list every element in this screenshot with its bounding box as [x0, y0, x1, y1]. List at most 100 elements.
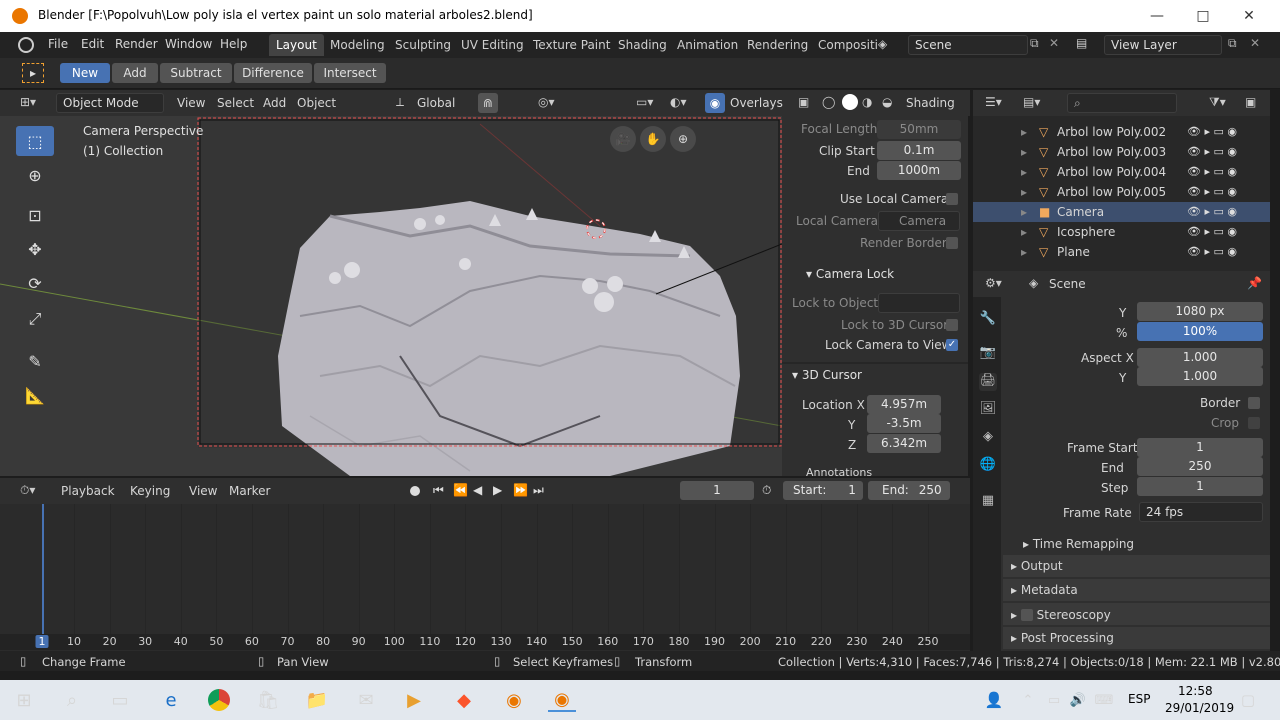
volume-icon[interactable]: 🔊 — [1064, 688, 1092, 712]
outliner-search-input[interactable]: ⌕ — [1067, 93, 1177, 113]
view-layer-tab-icon[interactable]: 🖼 — [979, 401, 997, 419]
render-border-checkbox[interactable] — [946, 237, 958, 249]
tab-layout[interactable]: Layout — [269, 34, 324, 56]
rotate-tool-icon[interactable]: ⟳ — [16, 268, 54, 298]
clock-time[interactable]: 12:58 — [1178, 684, 1213, 698]
visibility-icon[interactable]: ▭▾ — [636, 95, 653, 109]
jump-key-forward-icon[interactable]: ⏩ — [513, 483, 528, 497]
tab-rendering[interactable]: Rendering — [740, 34, 815, 56]
location-z-field[interactable]: 6.342m — [867, 434, 941, 453]
step-field[interactable]: 1 — [1137, 477, 1263, 496]
menu-edit[interactable]: Edit — [81, 37, 104, 51]
location-x-field[interactable]: 4.957m — [867, 395, 941, 414]
chrome-icon[interactable] — [205, 688, 233, 712]
lock-to-object-field[interactable] — [878, 293, 960, 313]
blender-menu-icon[interactable] — [18, 37, 34, 53]
res-y-field[interactable]: 1080 px — [1137, 302, 1263, 321]
new-collection-icon[interactable]: ▣ — [1245, 95, 1256, 109]
pan-hand-icon[interactable]: ✋ — [640, 126, 666, 152]
start-windows-icon[interactable]: ⊞ — [10, 688, 38, 712]
brave-browser-icon[interactable]: ◆ — [450, 688, 478, 712]
start-frame-field[interactable]: Start: 1 — [783, 481, 863, 500]
timeline-playhead[interactable] — [42, 504, 44, 639]
tool-tab-icon[interactable]: 🔧 — [979, 311, 997, 329]
timeline-area[interactable] — [10, 504, 936, 634]
scene-selector[interactable]: Scene — [908, 35, 1028, 55]
tab-texture-paint[interactable]: Texture Paint — [526, 34, 617, 56]
search-icon[interactable]: ⌕ — [58, 688, 86, 712]
time-remapping-header[interactable]: ▸ Time Remapping — [1023, 537, 1134, 551]
timeline-menu-keying[interactable]: Keying — [130, 484, 170, 498]
tab-shading[interactable]: Shading — [611, 34, 674, 56]
display-mode-icon[interactable]: ▤▾ — [1023, 95, 1040, 109]
render-tab-icon[interactable]: 📷 — [979, 345, 997, 363]
keyboard-icon[interactable]: ⌨ — [1090, 688, 1118, 712]
view-layer-icon[interactable]: ▤ — [1076, 36, 1087, 50]
timeline-menu-marker[interactable]: Marker — [229, 484, 270, 498]
world-tab-icon[interactable]: 🌐 — [979, 457, 997, 475]
maximize-button[interactable]: □ — [1180, 0, 1226, 32]
frame-rate-dropdown[interactable]: 24 fps — [1139, 502, 1263, 522]
tab-compositing[interactable]: Compositi — [811, 34, 885, 56]
viewport-menu-object[interactable]: Object — [297, 96, 336, 110]
wireframe-shading-icon[interactable]: ◯ — [822, 95, 835, 109]
blender-taskbar-icon[interactable]: ◉ — [500, 688, 528, 712]
shading-dropdown[interactable]: Shading — [906, 96, 955, 110]
tab-uv-editing[interactable]: UV Editing — [454, 34, 531, 56]
select-box-icon[interactable]: ⬚ — [16, 126, 54, 156]
scene-icon[interactable]: ◈ — [878, 37, 887, 51]
clock-date[interactable]: 29/01/2019 — [1165, 701, 1234, 715]
view-layer-selector[interactable]: View Layer — [1104, 35, 1222, 55]
move-tool-icon[interactable]: ⊡ — [16, 200, 54, 230]
frame-end-field[interactable]: 250 — [1137, 457, 1263, 476]
aspect-y-field[interactable]: 1.000 — [1137, 367, 1263, 386]
mode-difference-button[interactable]: Difference — [234, 63, 312, 83]
resolution-percent-field[interactable]: 100% — [1137, 322, 1263, 341]
material-shading-icon[interactable]: ◑ — [862, 95, 872, 109]
properties-editor-icon[interactable]: ⚙▾ — [985, 276, 1002, 290]
lock-to-3d-cursor-checkbox[interactable] — [946, 319, 958, 331]
select-box-tool-icon[interactable]: ▸ — [22, 63, 44, 83]
mode-intersect-button[interactable]: Intersect — [314, 63, 386, 83]
camera-lock-header[interactable]: ▾ Camera Lock — [806, 267, 894, 281]
mode-add-button[interactable]: Add — [112, 63, 158, 83]
focal-length-field[interactable]: 50mm — [877, 120, 961, 139]
3d-cursor-header[interactable]: ▾ 3D Cursor — [792, 368, 862, 382]
location-y-field[interactable]: -3.5m — [867, 414, 941, 433]
jump-start-icon[interactable]: ⏮ — [433, 483, 444, 498]
post-processing-panel-header[interactable]: ▸ Post Processing — [1003, 627, 1270, 649]
file-explorer-icon[interactable]: 📁 — [303, 688, 331, 712]
viewport-menu-add[interactable]: Add — [263, 96, 286, 110]
tray-chevron-icon[interactable]: ⌃ — [1014, 688, 1042, 712]
translate-tool-icon[interactable]: ✥ — [16, 234, 54, 264]
object-mode-dropdown[interactable]: Object Mode — [56, 93, 164, 113]
mode-subtract-button[interactable]: Subtract — [160, 63, 232, 83]
solid-shading-icon[interactable] — [842, 94, 858, 110]
preview-range-icon[interactable]: ⏱ — [762, 483, 771, 498]
timeline-editor-icon[interactable]: ⏱▾ — [20, 483, 35, 498]
tab-animation[interactable]: Animation — [670, 34, 745, 56]
proportional-edit-icon[interactable]: ◎▾ — [538, 95, 555, 109]
edge-browser-icon[interactable]: e — [157, 688, 185, 712]
view-layer-remove-icon[interactable]: ✕ — [1250, 36, 1260, 50]
people-icon[interactable]: 👤 — [980, 688, 1008, 712]
pin-icon[interactable]: 📌 — [1247, 276, 1262, 290]
editor-type-icon[interactable]: ⊞▾ — [20, 95, 36, 109]
xray-icon[interactable]: ▣ — [798, 95, 809, 109]
timeline-menu-view[interactable]: View — [189, 484, 217, 498]
language-indicator[interactable]: ESP — [1128, 692, 1150, 706]
border-checkbox[interactable] — [1248, 397, 1260, 409]
store-icon[interactable]: 🛍 — [254, 688, 282, 712]
record-icon[interactable] — [410, 486, 420, 496]
menu-window[interactable]: Window — [165, 37, 212, 51]
clip-start-field[interactable]: 0.1m — [877, 141, 961, 160]
local-camera-field[interactable]: Camera — [878, 211, 960, 231]
stereoscopy-panel-header[interactable]: ▸ Stereoscopy — [1003, 603, 1270, 625]
gizmo-icon[interactable]: ◐▾ — [670, 95, 687, 109]
metadata-panel-header[interactable]: ▸ Metadata — [1003, 579, 1270, 601]
output-panel-header[interactable]: ▸ Output — [1003, 555, 1270, 577]
viewport-menu-select[interactable]: Select — [217, 96, 254, 110]
rendered-shading-icon[interactable]: ◒ — [882, 95, 892, 109]
crop-checkbox[interactable] — [1248, 417, 1260, 429]
cursor-tool-icon[interactable]: ⊕ — [16, 160, 54, 190]
